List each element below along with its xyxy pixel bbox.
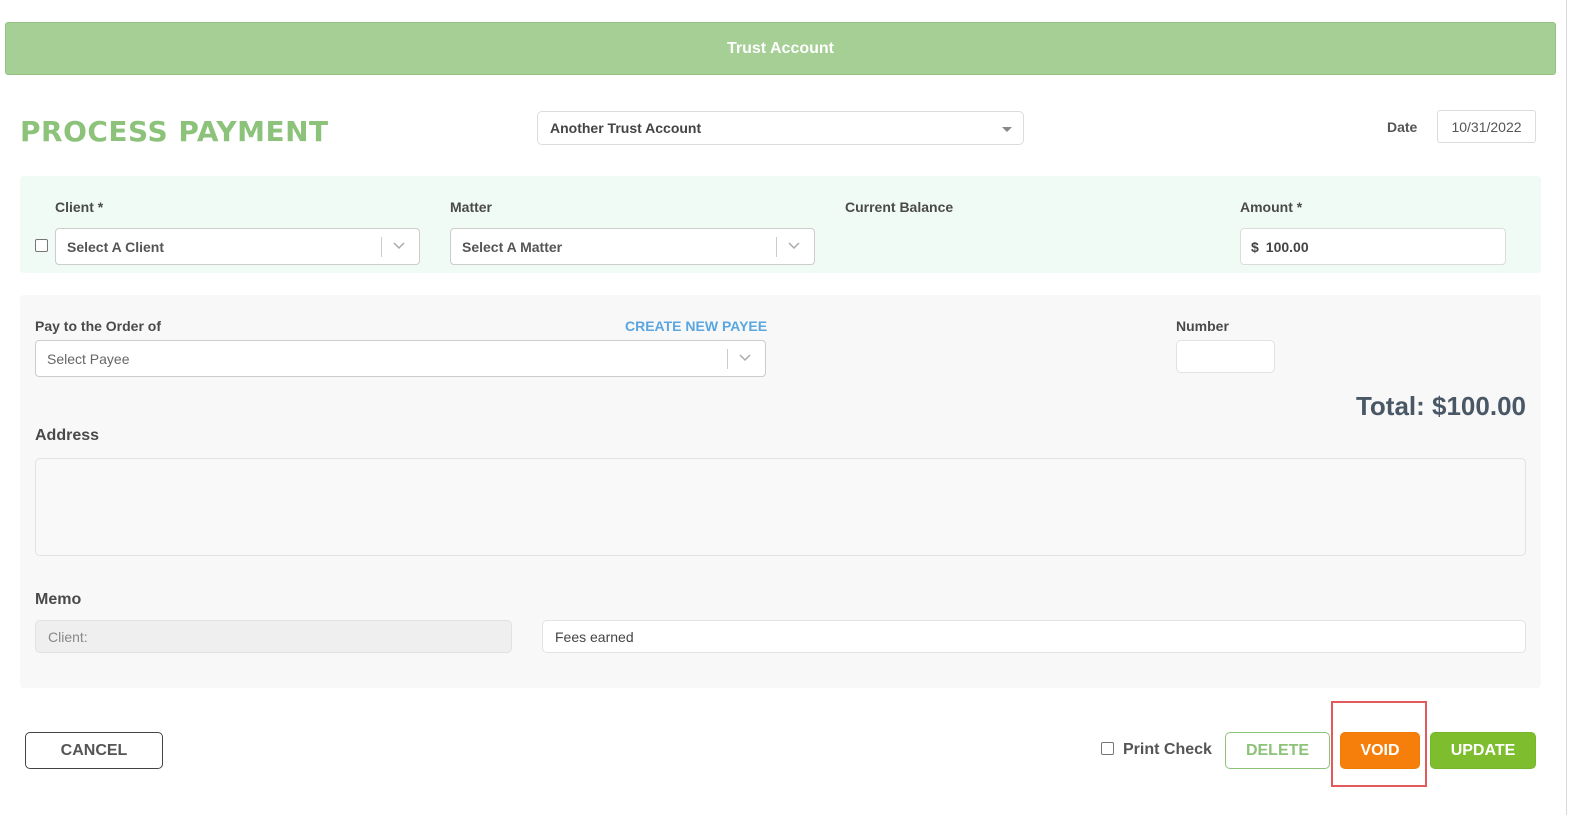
date-label: Date [1387,119,1418,135]
amount-label: Amount * [1240,199,1303,215]
trust-account-select[interactable]: Another Trust Account [537,111,1024,145]
chevron-down-icon [739,354,751,362]
matter-select[interactable]: Select A Matter [450,228,815,265]
amount-input[interactable]: $ 100.00 [1240,228,1506,265]
total-amount: Total: $100.00 [1355,391,1526,421]
number-label: Number [1176,318,1229,334]
client-label: Client * [55,199,104,215]
select-separator [776,237,777,257]
address-label: Address [35,427,100,444]
print-check-checkbox[interactable] [1101,742,1114,755]
select-separator [727,349,728,369]
number-input[interactable] [1176,340,1275,373]
payee-select-placeholder: Select Payee [47,350,130,367]
print-check-label[interactable]: Print Check [1123,741,1212,759]
current-balance-label: Current Balance [845,199,954,215]
select-separator [381,237,382,257]
chevron-down-icon [393,242,405,250]
currency-symbol: $ [1251,238,1259,255]
memo-client-placeholder: Client: [48,628,88,645]
client-select-placeholder: Select A Client [67,238,164,255]
void-button[interactable]: VOID [1340,732,1420,769]
address-textarea[interactable] [35,458,1526,556]
create-new-payee-link[interactable]: CREATE NEW PAYEE [625,318,767,334]
chevron-down-icon [788,242,800,250]
matter-label: Matter [450,199,493,215]
scrollbar-track [1566,0,1567,815]
cancel-button[interactable]: CANCEL [25,732,163,769]
amount-value: 100.00 [1265,238,1309,255]
memo-label: Memo [35,591,82,608]
memo-input[interactable]: Fees earned [542,620,1526,653]
pay-to-label: Pay to the Order of [35,318,162,334]
matter-select-placeholder: Select A Matter [462,238,563,255]
date-value: 10/31/2022 [1451,118,1522,135]
banner-title: Trust Account [727,39,834,57]
client-select[interactable]: Select A Client [55,228,420,265]
caret-down-icon [1002,127,1012,132]
update-button[interactable]: UPDATE [1430,732,1536,769]
trust-account-banner: Trust Account [5,22,1556,75]
memo-client-field: Client: [35,620,512,653]
client-checkbox[interactable] [35,239,48,252]
delete-button[interactable]: DELETE [1225,732,1330,769]
date-input[interactable]: 10/31/2022 [1437,110,1536,143]
memo-value: Fees earned [555,628,634,645]
trust-account-value: Another Trust Account [550,120,702,136]
page-title: PROCESS PAYMENT [20,115,329,148]
payee-select[interactable]: Select Payee [35,340,766,377]
